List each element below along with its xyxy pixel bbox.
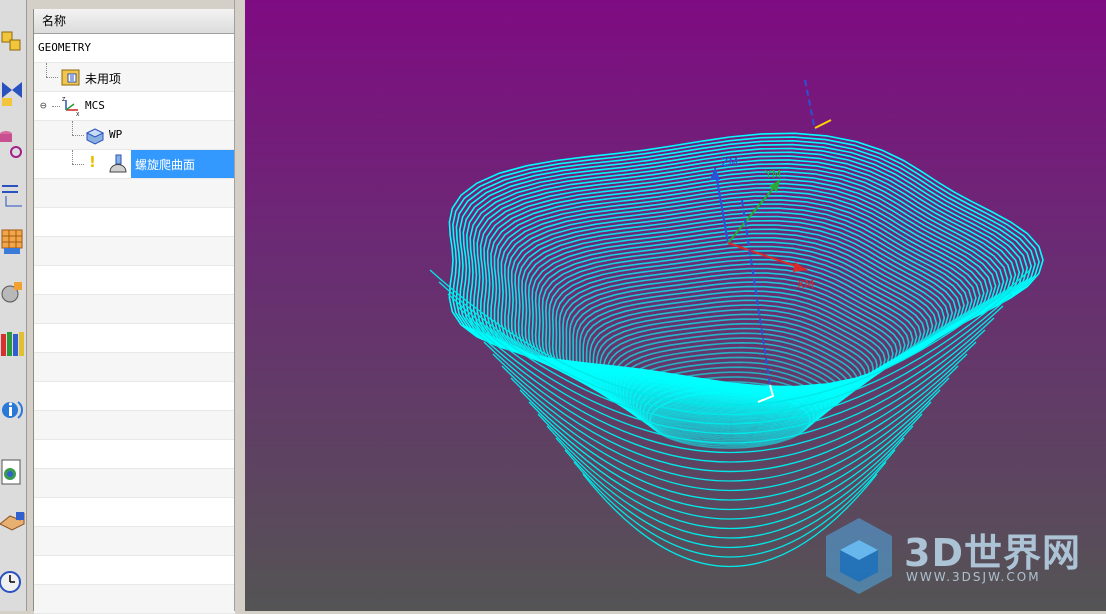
post-process-icon[interactable]: [0, 500, 25, 540]
empty-row: [34, 208, 235, 237]
tree-line: [72, 135, 84, 136]
empty-row: [34, 179, 235, 208]
operation-icon: [108, 154, 128, 174]
empty-row: [34, 295, 235, 324]
tree-line: [72, 164, 84, 165]
watermark: 3D世界网 WWW.3DSJW.COM: [822, 514, 1092, 599]
empty-row: [34, 527, 235, 556]
tree-item-label: WP: [109, 128, 123, 141]
warning-icon: !: [89, 153, 96, 171]
column-header-name[interactable]: 名称: [34, 9, 235, 34]
z-axis-label: ZM: [721, 156, 738, 169]
tree-line: [72, 121, 73, 135]
tree-item-label: 未用项: [85, 72, 122, 86]
watermark-logo-text: 3D世界网: [904, 531, 1081, 575]
tree-item-unused[interactable]: 未用项: [34, 63, 235, 92]
empty-row: [34, 237, 235, 266]
collapse-toggle[interactable]: ⊖: [40, 99, 47, 112]
svg-text:Z: Z: [62, 97, 66, 103]
empty-row: [34, 469, 235, 498]
x-axis-label: XM: [797, 278, 814, 291]
tree-item-label: MCS: [85, 99, 105, 112]
tree-item-geometry[interactable]: GEOMETRY: [34, 34, 235, 63]
csys-icon: ZX: [62, 96, 82, 116]
watermark-url: WWW.3DSJW.COM: [906, 570, 1041, 584]
empty-row: [34, 556, 235, 585]
operation-list-icon[interactable]: [0, 222, 25, 262]
cube-logo-icon: [826, 518, 892, 594]
folder-icon: [61, 67, 81, 87]
empty-row: [34, 266, 235, 295]
shop-docs-icon[interactable]: [0, 452, 25, 492]
create-geometry-icon[interactable]: [0, 22, 25, 62]
y-axis-label: YM: [764, 168, 781, 181]
side-toolbar: [0, 0, 27, 611]
create-tool-icon[interactable]: [0, 72, 25, 112]
axis-triad: [710, 79, 832, 403]
empty-row: [34, 440, 235, 469]
tree-item-mcs[interactable]: ⊖ ZX MCS: [34, 92, 235, 121]
empty-row: [34, 324, 235, 353]
tree-item-operation[interactable]: ! 螺旋爬曲面: [34, 150, 235, 179]
tree-item-label: GEOMETRY: [38, 41, 91, 54]
selection-highlight: 螺旋爬曲面: [131, 150, 235, 178]
tree-item-wp[interactable]: WP: [34, 121, 235, 150]
svg-text:X: X: [76, 112, 80, 116]
information-icon[interactable]: [0, 388, 25, 428]
library-icon[interactable]: [0, 322, 25, 362]
empty-row: [34, 498, 235, 527]
tree-line: [52, 106, 60, 107]
empty-row: [34, 411, 235, 440]
tree-line: [46, 77, 58, 78]
tree-item-label: 螺旋爬曲面: [135, 158, 196, 172]
clock-icon[interactable]: [0, 562, 25, 602]
machine-view-icon[interactable]: [0, 122, 25, 162]
operation-navigator: 名称 GEOMETRY 未用项 ⊖ ZX MCS WP ! 螺旋爬曲面: [33, 9, 235, 614]
program-order-icon[interactable]: [0, 172, 25, 212]
empty-row: [34, 382, 235, 411]
toolpath-spiral: [448, 132, 1044, 449]
workpiece-icon: [85, 125, 105, 145]
machine-tool-icon[interactable]: [0, 272, 25, 312]
empty-row: [34, 585, 235, 614]
empty-row: [34, 353, 235, 382]
tree-line: [46, 63, 47, 77]
tree-line: [72, 150, 73, 164]
